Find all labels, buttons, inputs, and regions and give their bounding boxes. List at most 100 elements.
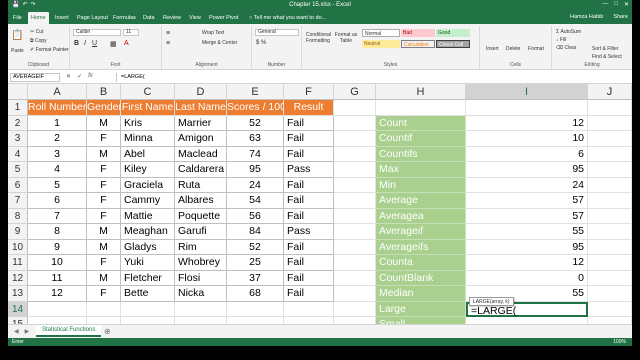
style-good[interactable]: Good bbox=[436, 29, 470, 37]
column-header[interactable]: J bbox=[588, 84, 632, 100]
table-data-cell[interactable]: Garufi bbox=[175, 224, 227, 240]
table-data-cell[interactable]: 1 bbox=[28, 115, 87, 131]
cut-button[interactable]: ✂ Cut bbox=[30, 29, 43, 35]
table-data-cell[interactable]: Cammy bbox=[121, 193, 175, 209]
font-size-select[interactable]: 11 bbox=[123, 29, 139, 36]
table-data-cell[interactable]: Fail bbox=[284, 255, 334, 271]
row-header[interactable]: 6 bbox=[8, 177, 28, 193]
cell[interactable] bbox=[227, 301, 284, 317]
cell[interactable] bbox=[588, 239, 632, 255]
row-header[interactable]: 8 bbox=[8, 208, 28, 224]
cancel-entry-icon[interactable]: ✕ bbox=[66, 73, 71, 80]
table-data-cell[interactable]: 52 bbox=[227, 239, 284, 255]
tab-file[interactable]: File bbox=[10, 12, 25, 24]
table-data-cell[interactable]: 37 bbox=[227, 270, 284, 286]
tab-formulas[interactable]: Formulas bbox=[110, 12, 139, 24]
table-data-cell[interactable]: Amigon bbox=[175, 131, 227, 147]
table-data-cell[interactable]: F bbox=[87, 193, 121, 209]
function-label-cell[interactable]: Averageifs bbox=[376, 239, 466, 255]
cell[interactable] bbox=[588, 115, 632, 131]
format-painter-button[interactable]: ✐ Format Painter bbox=[30, 47, 69, 53]
column-header[interactable]: F bbox=[284, 84, 334, 100]
italic-button[interactable]: I bbox=[84, 40, 86, 47]
table-data-cell[interactable]: Poquette bbox=[175, 208, 227, 224]
align-left-icon[interactable]: ≡ bbox=[166, 40, 170, 47]
table-data-cell[interactable]: Meaghan bbox=[121, 224, 175, 240]
column-header[interactable]: E bbox=[227, 84, 284, 100]
merge-center-button[interactable]: Merge & Center bbox=[202, 40, 237, 46]
delete-cells-button[interactable]: Delete bbox=[506, 46, 520, 52]
row-header[interactable]: 9 bbox=[8, 224, 28, 240]
function-label-cell[interactable]: CountBlank bbox=[376, 270, 466, 286]
row-header[interactable]: 14 bbox=[8, 301, 28, 317]
insert-function-icon[interactable]: fx bbox=[88, 73, 93, 80]
table-data-cell[interactable]: 84 bbox=[227, 224, 284, 240]
table-data-cell[interactable]: 7 bbox=[28, 208, 87, 224]
function-label-cell[interactable]: Countifs bbox=[376, 146, 466, 162]
row-header[interactable]: 12 bbox=[8, 270, 28, 286]
row-header[interactable]: 13 bbox=[8, 286, 28, 302]
table-data-cell[interactable]: 3 bbox=[28, 146, 87, 162]
cell[interactable] bbox=[334, 146, 376, 162]
next-sheet-icon[interactable]: ▶ bbox=[25, 328, 30, 335]
table-data-cell[interactable]: 12 bbox=[28, 286, 87, 302]
table-data-cell[interactable]: Whobrey bbox=[175, 255, 227, 271]
cell[interactable] bbox=[588, 286, 632, 302]
align-top-icon[interactable]: ≡ bbox=[166, 30, 170, 37]
column-header[interactable]: A bbox=[28, 84, 87, 100]
confirm-entry-icon[interactable]: ✓ bbox=[77, 73, 82, 80]
cell[interactable] bbox=[334, 208, 376, 224]
row-header[interactable]: 10 bbox=[8, 239, 28, 255]
tab-home[interactable]: Home bbox=[28, 12, 49, 24]
row-header[interactable]: 7 bbox=[8, 193, 28, 209]
table-data-cell[interactable]: Fail bbox=[284, 131, 334, 147]
cell[interactable] bbox=[334, 224, 376, 240]
table-data-cell[interactable]: M bbox=[87, 115, 121, 131]
table-data-cell[interactable]: F bbox=[87, 208, 121, 224]
table-data-cell[interactable]: Fail bbox=[284, 115, 334, 131]
function-result-cell[interactable]: 95 bbox=[466, 239, 588, 255]
table-data-cell[interactable]: 68 bbox=[227, 286, 284, 302]
function-result-cell[interactable]: 12 bbox=[466, 255, 588, 271]
cell[interactable] bbox=[588, 177, 632, 193]
tell-me-box[interactable]: ○ Tell me what you want to do... bbox=[246, 12, 329, 24]
conditional-formatting-button[interactable]: Conditional Formatting bbox=[306, 32, 331, 44]
table-data-cell[interactable]: Flosi bbox=[175, 270, 227, 286]
column-header[interactable]: G bbox=[334, 84, 376, 100]
table-header-cell[interactable]: First Name bbox=[121, 100, 175, 116]
cell[interactable] bbox=[334, 100, 376, 116]
cell[interactable] bbox=[334, 301, 376, 317]
row-header[interactable]: 11 bbox=[8, 255, 28, 271]
paste-icon[interactable]: 📋 bbox=[11, 30, 23, 41]
tab-insert[interactable]: Insert bbox=[52, 12, 72, 24]
tab-view[interactable]: View bbox=[186, 12, 204, 24]
table-data-cell[interactable]: F bbox=[87, 286, 121, 302]
table-data-cell[interactable]: Minna bbox=[121, 131, 175, 147]
style-normal[interactable]: Normal bbox=[362, 29, 400, 37]
column-header[interactable]: D bbox=[175, 84, 227, 100]
cell[interactable] bbox=[334, 193, 376, 209]
table-data-cell[interactable]: 5 bbox=[28, 177, 87, 193]
cell[interactable] bbox=[376, 100, 466, 116]
clear-button[interactable]: ⌫ Clear bbox=[556, 45, 576, 51]
table-data-cell[interactable]: Caldarera bbox=[175, 162, 227, 178]
cell[interactable] bbox=[284, 301, 334, 317]
function-result-cell[interactable]: 57 bbox=[466, 193, 588, 209]
table-data-cell[interactable]: Fletcher bbox=[121, 270, 175, 286]
table-data-cell[interactable]: Maclead bbox=[175, 146, 227, 162]
sort-filter-button[interactable]: Sort & Filter bbox=[592, 46, 618, 52]
cell[interactable] bbox=[334, 177, 376, 193]
formula-input[interactable]: =LARGE( bbox=[116, 73, 628, 82]
autosum-button[interactable]: Σ AutoSum bbox=[556, 29, 581, 35]
table-data-cell[interactable]: Bette bbox=[121, 286, 175, 302]
cell[interactable] bbox=[334, 115, 376, 131]
column-header[interactable]: H bbox=[376, 84, 466, 100]
table-data-cell[interactable]: 6 bbox=[28, 193, 87, 209]
cell[interactable] bbox=[588, 146, 632, 162]
table-header-cell[interactable]: Roll Number bbox=[28, 100, 87, 116]
table-data-cell[interactable]: Fail bbox=[284, 286, 334, 302]
paste-button[interactable]: Paste bbox=[11, 48, 24, 54]
table-header-cell[interactable]: Gender bbox=[87, 100, 122, 116]
cell[interactable] bbox=[28, 301, 87, 317]
insert-cells-button[interactable]: Insert bbox=[486, 46, 499, 52]
